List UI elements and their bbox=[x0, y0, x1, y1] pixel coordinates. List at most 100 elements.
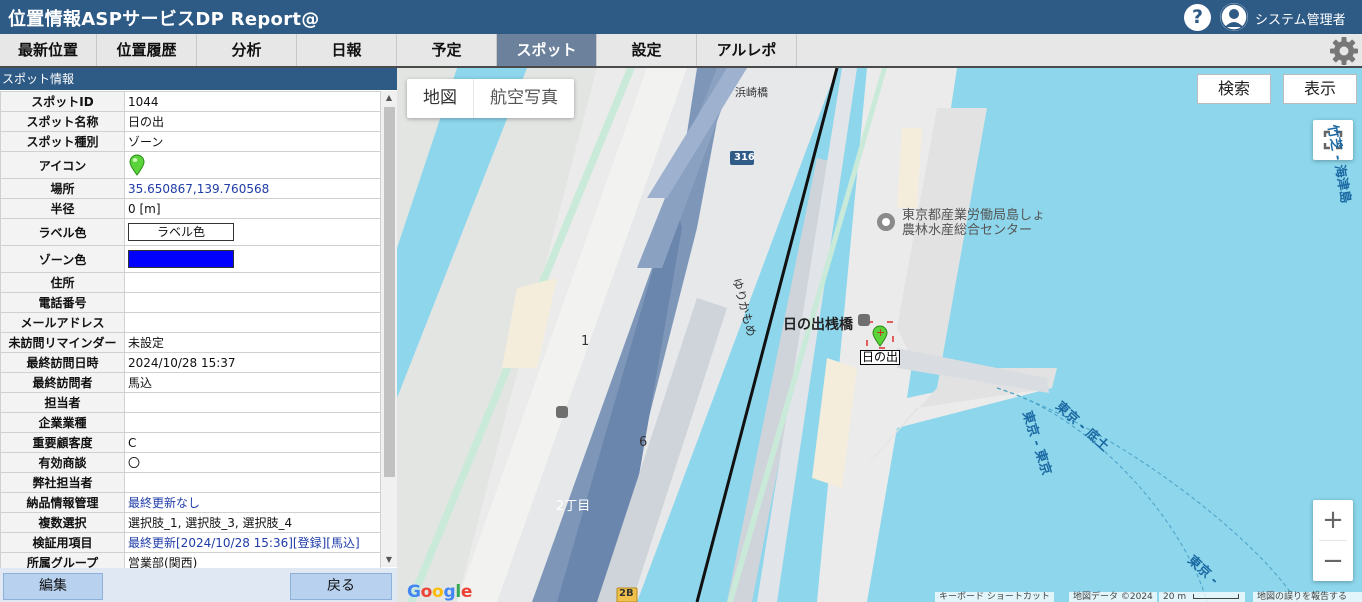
tab-schedule[interactable]: 予定 bbox=[397, 34, 497, 66]
row-label: 複数選択 bbox=[0, 512, 125, 533]
keyboard-shortcuts-link[interactable]: キーボード ショートカット bbox=[935, 592, 1054, 602]
panel-footer: 編集 戻る bbox=[0, 568, 397, 602]
spot-name-tag[interactable]: 日の出 bbox=[860, 350, 901, 365]
map-scale: 20 m bbox=[1159, 592, 1245, 602]
table-row: 担当者 bbox=[0, 392, 381, 413]
table-row: 場所 35.650867,139.760568 bbox=[0, 178, 381, 199]
report-map-error-link[interactable]: 地図の誤りを報告する bbox=[1253, 592, 1362, 602]
map-canvas[interactable]: + bbox=[397, 68, 1362, 602]
row-label: ラベル色 bbox=[0, 218, 125, 246]
row-value: ラベル色 bbox=[124, 218, 381, 246]
svg-text:+: + bbox=[876, 326, 885, 339]
row-label: 有効商談 bbox=[0, 452, 125, 473]
row-value: 選択肢_1, 選択肢_3, 選択肢_4 bbox=[124, 512, 381, 533]
table-row: 企業業種 bbox=[0, 412, 381, 433]
table-row: スポット種別 ゾーン bbox=[0, 131, 381, 152]
table-row: 住所 bbox=[0, 272, 381, 293]
spot-info-table: スポットID 1044 スポット名称 日の出 スポット種別 ゾーン アイコン 場所 35… bbox=[0, 91, 381, 573]
map-poi-label-line2: 農林水産総合センター bbox=[902, 223, 1033, 238]
map-type-satellite-button[interactable]: 航空写真 bbox=[473, 79, 574, 118]
row-label: スポット名称 bbox=[0, 111, 125, 132]
row-label: 検証用項目 bbox=[0, 532, 125, 553]
row-value: 0 [m] bbox=[124, 198, 381, 219]
map-type-map-button[interactable]: 地図 bbox=[407, 79, 473, 118]
row-value bbox=[124, 245, 381, 273]
help-icon[interactable]: ? bbox=[1184, 4, 1211, 31]
tab-daily-report[interactable]: 日報 bbox=[297, 34, 397, 66]
row-label: アイコン bbox=[0, 151, 125, 179]
table-row: 半径 0 [m] bbox=[0, 198, 381, 219]
app-title: 位置情報ASPサービスDP Report@ bbox=[8, 9, 320, 30]
row-label: 住所 bbox=[0, 272, 125, 293]
back-button[interactable]: 戻る bbox=[290, 573, 392, 600]
row-value bbox=[124, 312, 381, 333]
row-label: 最終訪問日時 bbox=[0, 352, 125, 373]
display-button[interactable]: 表示 bbox=[1283, 74, 1357, 104]
table-row: 電話番号 bbox=[0, 292, 381, 313]
row-value: 1044 bbox=[124, 91, 381, 112]
row-label: 未訪問リマインダー bbox=[0, 332, 125, 353]
user-avatar-icon[interactable] bbox=[1220, 3, 1248, 31]
map-scale-label: 20 m bbox=[1163, 592, 1187, 602]
user-name[interactable]: システム管理者 bbox=[1255, 9, 1346, 28]
map-type-toggle: 地図 航空写真 bbox=[407, 79, 574, 118]
row-value: C bbox=[124, 432, 381, 453]
search-button[interactable]: 検索 bbox=[1197, 74, 1271, 104]
map-label-num-6: 6 bbox=[639, 435, 648, 450]
green-pin-icon bbox=[129, 154, 145, 176]
scroll-up-arrow-icon[interactable]: ▲ bbox=[381, 91, 397, 105]
main-nav: 最新位置 位置履歴 分析 日報 予定 スポット 設定 アルレポ bbox=[0, 34, 1362, 68]
tab-location-history[interactable]: 位置履歴 bbox=[97, 34, 197, 66]
table-row: 納品情報管理 最終更新なし bbox=[0, 492, 381, 513]
row-value bbox=[124, 272, 381, 293]
map-label-bridge: 日の出桟橋 bbox=[783, 317, 853, 333]
zoom-out-button[interactable]: − bbox=[1313, 541, 1353, 581]
table-row: 重要顧客度 C bbox=[0, 432, 381, 453]
scroll-down-arrow-icon[interactable]: ▼ bbox=[381, 553, 397, 567]
google-logo: Google bbox=[407, 582, 473, 602]
panel-scrollbar[interactable]: ▲ ▼ bbox=[381, 91, 397, 567]
verification-link[interactable]: 最終更新[2024/10/28 15:36][登録][馬込] bbox=[124, 532, 381, 553]
map-label-route-316: 316 bbox=[734, 152, 755, 163]
table-row: 検証用項目 最終更新[2024/10/28 15:36][登録][馬込] bbox=[0, 532, 381, 553]
map-label-num-1: 1 bbox=[581, 334, 590, 349]
scroll-thumb[interactable] bbox=[384, 107, 395, 477]
row-value bbox=[124, 472, 381, 493]
row-value bbox=[124, 151, 381, 179]
spot-info-panel: スポット情報 スポットID 1044 スポット名称 日の出 スポット種別 ゾーン アイ… bbox=[0, 68, 397, 602]
table-row: アイコン bbox=[0, 151, 381, 179]
tab-latest-location[interactable]: 最新位置 bbox=[0, 34, 97, 66]
row-label: 担当者 bbox=[0, 392, 125, 413]
zoom-control: + − bbox=[1313, 500, 1353, 581]
map-poi-label-line1: 東京都産業労働局島しょ bbox=[902, 208, 1046, 223]
row-label: 電話番号 bbox=[0, 292, 125, 313]
row-value bbox=[124, 292, 381, 313]
tab-alrepo[interactable]: アルレポ bbox=[697, 34, 797, 66]
tab-spot[interactable]: スポット bbox=[497, 34, 597, 66]
row-label: 最終訪問者 bbox=[0, 372, 125, 393]
location-link[interactable]: 35.650867,139.760568 bbox=[124, 178, 381, 199]
table-row: 弊社担当者 bbox=[0, 472, 381, 493]
edit-button[interactable]: 編集 bbox=[3, 573, 103, 600]
table-row: ラベル色 ラベル色 bbox=[0, 218, 381, 246]
panel-title: スポット情報 bbox=[0, 68, 397, 90]
tab-analysis[interactable]: 分析 bbox=[197, 34, 297, 66]
gear-icon[interactable] bbox=[1328, 35, 1360, 67]
tab-settings[interactable]: 設定 bbox=[597, 34, 697, 66]
map-view[interactable]: + 地図 航空写真 検索 表示 + − 浜崎橋 316 ゆりかもめ 東京都産業労… bbox=[397, 68, 1362, 602]
row-label: メールアドレス bbox=[0, 312, 125, 333]
row-value: 馬込 bbox=[124, 372, 381, 393]
delivery-info-link[interactable]: 最終更新なし bbox=[124, 492, 381, 513]
table-row: メールアドレス bbox=[0, 312, 381, 333]
zoom-in-button[interactable]: + bbox=[1313, 500, 1353, 540]
row-label: スポットID bbox=[0, 91, 125, 112]
label-color-swatch: ラベル色 bbox=[128, 223, 234, 241]
table-row: ゾーン色 bbox=[0, 245, 381, 273]
table-row: 最終訪問日時 2024/10/28 15:37 bbox=[0, 352, 381, 373]
row-value: 2024/10/28 15:37 bbox=[124, 352, 381, 373]
table-row: 複数選択 選択肢_1, 選択肢_3, 選択肢_4 bbox=[0, 512, 381, 533]
row-label: 納品情報管理 bbox=[0, 492, 125, 513]
row-value: ゾーン bbox=[124, 131, 381, 152]
table-row: 有効商談〇 bbox=[0, 452, 381, 473]
table-row: スポット名称 日の出 bbox=[0, 111, 381, 132]
